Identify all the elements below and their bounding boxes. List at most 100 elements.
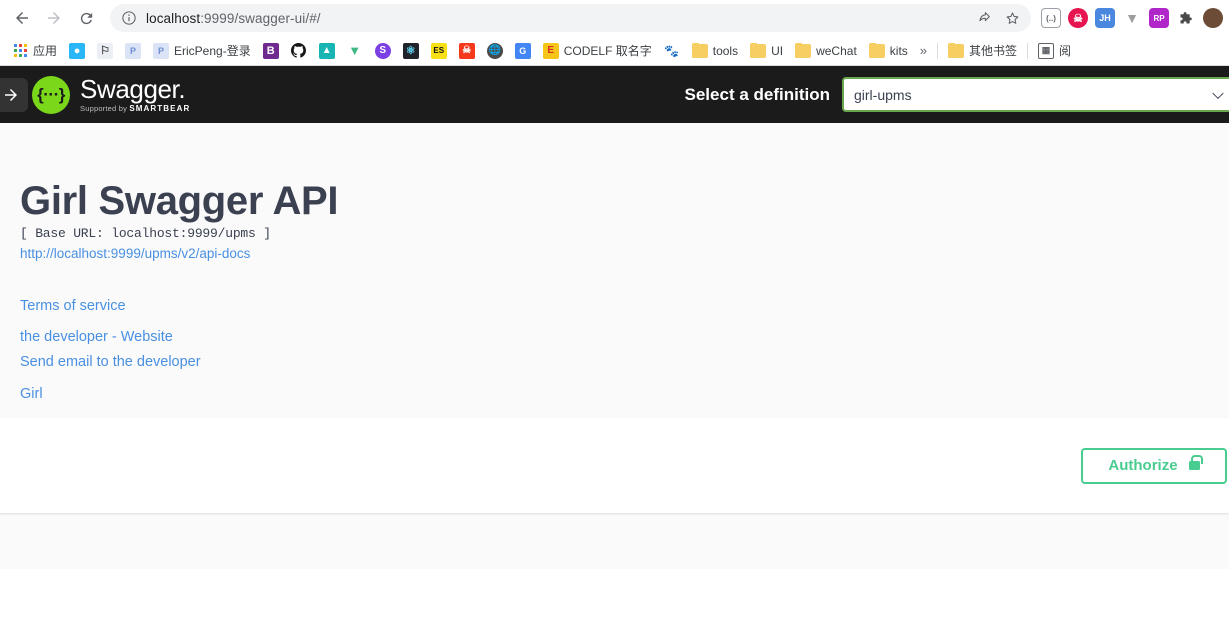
bookmark-github[interactable] [285, 39, 313, 63]
bookmark-other-bookmarks[interactable]: 其他书签 [942, 39, 1023, 63]
bookmark-bootstrap[interactable]: B [257, 39, 285, 63]
other-bookmarks-label: 其他书签 [969, 44, 1018, 58]
extension-vue-devtools-button[interactable]: ▼ [1122, 8, 1142, 28]
apps-grid-icon [12, 43, 28, 59]
license-link[interactable]: Girl [20, 382, 1209, 408]
bookmark-ericpeng-login[interactable]: P EricPeng-登录 [147, 39, 257, 63]
github-icon [290, 42, 307, 59]
bookmarks-divider [937, 42, 939, 59]
arrow-right-icon [48, 12, 60, 24]
reading-list-icon: ▦ [1038, 42, 1055, 59]
bookmark-wifi[interactable]: ● [63, 39, 91, 63]
reload-icon [80, 12, 92, 24]
folder-icon [691, 42, 708, 59]
folder-icon [795, 42, 812, 59]
skype-icon: S [374, 42, 391, 59]
terms-of-service-link[interactable]: Terms of service [20, 294, 1209, 320]
folder-icon [868, 42, 885, 59]
supported-by-line: Supported by SMARTBEAR [80, 105, 190, 113]
authorize-button[interactable]: Authorize [1081, 447, 1227, 484]
section-spacer [0, 513, 1229, 569]
image-icon: ▲ [318, 42, 335, 59]
bootstrap-icon: B [262, 42, 279, 59]
definition-select[interactable]: girl-upms [842, 77, 1229, 112]
wifi-icon: ● [69, 42, 86, 59]
bookmark-label: UI [771, 43, 784, 58]
extension-jetbrains-hub-button[interactable]: JH [1095, 8, 1115, 28]
baidu-icon: 🐾 [663, 42, 680, 59]
bookmark-apps[interactable]: 应用 [6, 39, 63, 63]
profile-avatar[interactable] [1203, 8, 1223, 28]
extension-puzzle-button[interactable] [1176, 8, 1196, 28]
bookmark-eslint[interactable]: ES [425, 39, 453, 63]
bookmark-folder-wechat[interactable]: weChat [789, 39, 863, 63]
bookmark-flag[interactable]: ⚐ [91, 39, 119, 63]
smartbear-brand: SMARTBEAR [129, 104, 191, 113]
select-definition-label: Select a definition [684, 84, 830, 104]
sidebar-toggle-button[interactable] [0, 77, 28, 112]
bookmark-label: CODELF 取名字 [563, 44, 652, 58]
p-icon: P [153, 42, 170, 59]
arrow-left-icon [16, 12, 28, 24]
bookmark-google-translate[interactable]: G [509, 39, 537, 63]
info-circle-icon[interactable] [121, 10, 137, 26]
reading-list-label: 阅 [1059, 44, 1072, 58]
developer-website-link[interactable]: the developer - Website [20, 325, 1209, 351]
bookmark-folder-tools[interactable]: tools [686, 39, 744, 63]
bookmarks-divider [1027, 42, 1029, 59]
swagger-topbar: {···} Swagger. Supported by SMARTBEAR Se… [0, 66, 1229, 123]
extension-rp-button[interactable]: RP [1149, 8, 1169, 28]
forward-button[interactable] [40, 4, 68, 32]
star-icon[interactable] [1004, 10, 1021, 27]
google-translate-icon: G [514, 42, 531, 59]
api-docs-link[interactable]: http://localhost:9999/upms/v2/api-docs [20, 246, 1209, 261]
swagger-logo[interactable]: {···} Swagger. Supported by SMARTBEAR [32, 75, 190, 114]
bookmark-globe[interactable]: 🌐 [481, 39, 509, 63]
swagger-braces-icon: {···} [32, 75, 70, 114]
url-path: :9999/swagger-ui/#/ [200, 10, 321, 26]
base-url: [ Base URL: localhost:9999/upms ] [20, 226, 271, 241]
unlocked-padlock-icon [1188, 455, 1204, 470]
bookmarks-bar: 应用 ● ⚐ P P EricPeng-登录 B ▲ ▼ S ⚛ ES ☠ 🌐 … [0, 36, 1229, 66]
reading-list-button[interactable]: ▦ 阅 [1032, 39, 1077, 63]
api-info-section: Girl Swagger API [ Base URL: localhost:9… [0, 123, 1229, 418]
reload-button[interactable] [72, 4, 100, 32]
bookmark-folder-kits[interactable]: kits [863, 39, 914, 63]
arrow-right-icon [5, 88, 17, 101]
bookmark-vue[interactable]: ▼ [341, 39, 369, 63]
bookmarks-overflow-button[interactable]: » [914, 43, 933, 58]
bookmark-image[interactable]: ▲ [313, 39, 341, 63]
bookmark-p-1[interactable]: P [119, 39, 147, 63]
globe-icon: 🌐 [486, 42, 503, 59]
supported-by-text: Supported by [80, 104, 128, 113]
address-bar[interactable]: localhost:9999/swagger-ui/#/ [110, 4, 1031, 32]
definition-selector-group: Select a definition girl-upms [190, 77, 1229, 112]
bookmark-folder-ui[interactable]: UI [744, 39, 789, 63]
bookmark-apps-label: 应用 [33, 44, 58, 58]
page-title: Girl Swagger API [20, 179, 339, 223]
bookmark-skull[interactable]: ☠ [453, 39, 481, 63]
developer-email-link[interactable]: Send email to the developer [20, 350, 1209, 376]
bookmark-baidu[interactable]: 🐾 [658, 39, 686, 63]
info-links: Terms of service the developer - Website… [20, 294, 1209, 407]
omnibox-actions [968, 10, 1021, 27]
eslint-icon: ES [430, 42, 447, 59]
share-icon[interactable] [976, 10, 992, 26]
extension-pink-badge-button[interactable]: ☠ [1068, 8, 1088, 28]
bookmark-label: EricPeng-登录 [174, 44, 251, 58]
address-bar-url: localhost:9999/swagger-ui/#/ [146, 11, 321, 26]
browser-nav-bar: localhost:9999/swagger-ui/#/ (..) ☠ JH ▼… [0, 0, 1229, 36]
url-host: localhost [146, 10, 201, 26]
bookmark-label: kits [889, 43, 908, 58]
extension-toolbar: (..) ☠ JH ▼ RP [1041, 8, 1223, 28]
authorize-button-label: Authorize [1108, 457, 1178, 474]
bookmark-codelf[interactable]: E CODELF 取名字 [537, 39, 658, 63]
swagger-logo-name: Swagger. [80, 74, 186, 104]
bookmark-react[interactable]: ⚛ [397, 39, 425, 63]
extension-circle-button[interactable]: (..) [1041, 8, 1061, 28]
chevron-down-icon [1212, 87, 1224, 99]
bookmark-skype[interactable]: S [369, 39, 397, 63]
back-button[interactable] [8, 4, 36, 32]
browser-chrome: localhost:9999/swagger-ui/#/ (..) ☠ JH ▼… [0, 0, 1229, 66]
swagger-wordmark: Swagger. Supported by SMARTBEAR [80, 76, 190, 113]
